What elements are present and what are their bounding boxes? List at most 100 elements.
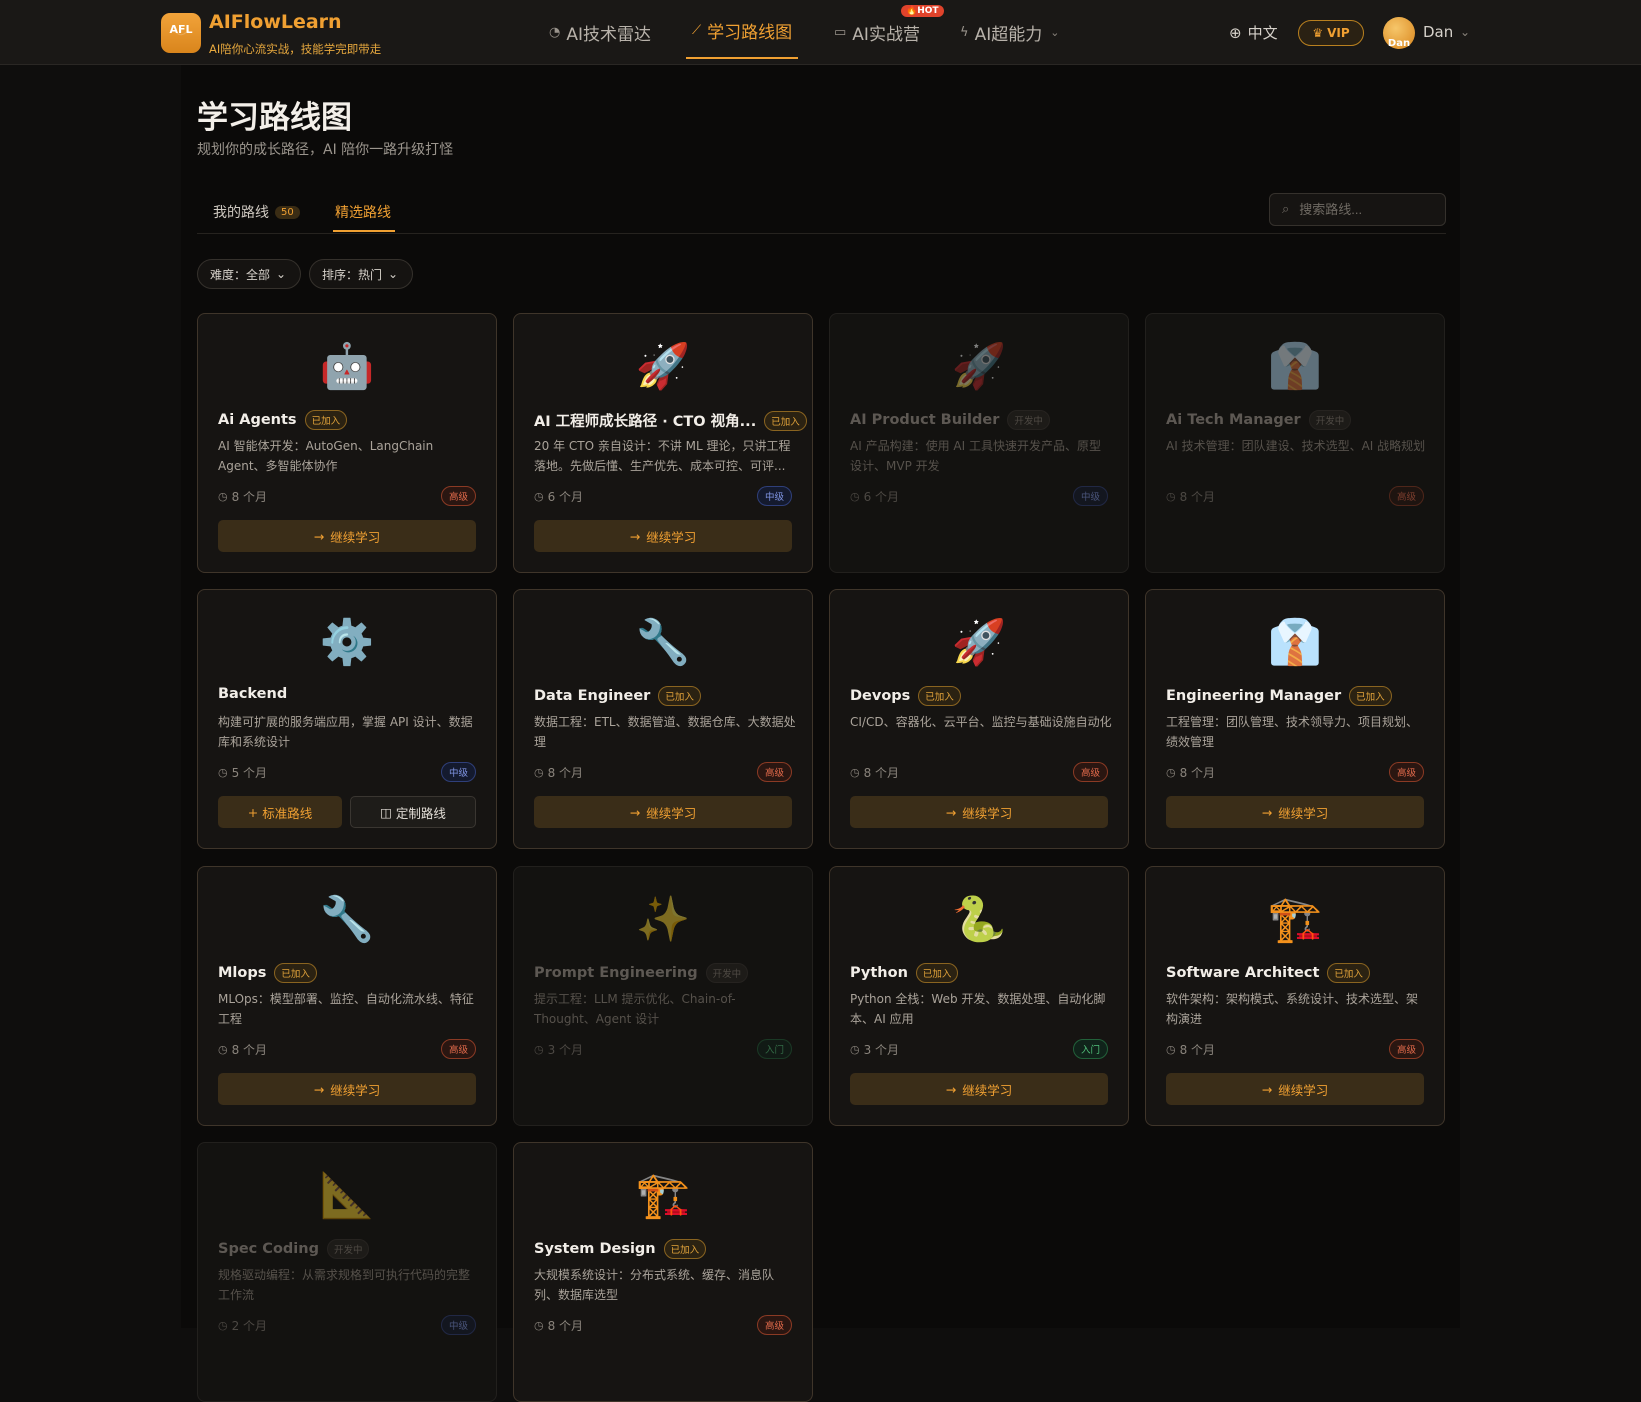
clock-icon: ◷ bbox=[218, 766, 228, 779]
continue-learning-button[interactable]: → 继续学习 bbox=[534, 796, 792, 828]
arrow-right-icon: → bbox=[945, 804, 957, 820]
clock-icon: ◷ bbox=[850, 766, 860, 779]
clock-icon: ◷ bbox=[534, 1043, 544, 1056]
continue-learning-button[interactable]: → 继续学习 bbox=[534, 520, 792, 552]
roadmap-emoji-icon: 👔 bbox=[1267, 341, 1323, 392]
search-box[interactable]: ⌕ bbox=[1269, 193, 1446, 226]
arrow-right-icon: → bbox=[629, 528, 641, 544]
clock-icon: ◷ bbox=[218, 490, 228, 503]
clock-icon: ◷ bbox=[218, 1043, 228, 1056]
nav-label: AI技术雷达 bbox=[566, 25, 651, 45]
roadmap-card[interactable]: 🏗️ Software Architect 已加入 软件架构：架构模式、系统设计、技术… bbox=[1145, 866, 1445, 1126]
roadmap-card[interactable]: 🚀 Devops 已加入 CI/CD、容器化、云平台、监控与基础设施自动化 ◷ 8 个月 高… bbox=[829, 589, 1129, 849]
duration: 3 个月 bbox=[547, 1043, 584, 1057]
tab-active-indicator bbox=[333, 230, 395, 232]
continue-learning-button[interactable]: → 继续学习 bbox=[218, 520, 476, 552]
roadmap-card[interactable]: 🚀 AI Product Builder 开发中 AI 产品构建：使用 AI 工具快速… bbox=[829, 313, 1129, 573]
roadmap-card[interactable]: ⚙️ Backend 构建可扩展的服务端应用，掌握 API 设计、数据库和系统设计 ◷… bbox=[197, 589, 497, 849]
button-label: 继续学习 bbox=[1278, 805, 1329, 821]
filter-label: 难度：全部 bbox=[210, 267, 271, 282]
roadmap-card[interactable]: 🔧 Data Engineer 已加入 数据工程：ETL、数据管道、数据仓库、大数据处… bbox=[513, 589, 813, 849]
globe-icon: ⊕ bbox=[1229, 23, 1242, 42]
level-badge: 高级 bbox=[756, 762, 792, 782]
continue-learning-button[interactable]: → 继续学习 bbox=[1166, 796, 1424, 828]
radar-icon: ◔ bbox=[549, 25, 561, 40]
page-title: 学习路线图 bbox=[197, 100, 352, 136]
status-badge: 已加入 bbox=[1327, 963, 1370, 983]
status-badge: 开发中 bbox=[705, 963, 749, 983]
roadmap-emoji-icon: ✨ bbox=[635, 894, 691, 945]
clock-icon: ◷ bbox=[534, 490, 544, 503]
roadmap-emoji-icon: ⚙️ bbox=[319, 617, 375, 668]
roadmap-name: Prompt Engineering bbox=[534, 965, 698, 981]
clock-icon: ◷ bbox=[1166, 1043, 1176, 1056]
brand-name[interactable]: AIFlowLearn bbox=[209, 11, 342, 33]
clock-icon: ◷ bbox=[850, 490, 860, 503]
chevron-down-icon: ⌄ bbox=[1050, 26, 1060, 39]
roadmap-emoji-icon: 🚀 bbox=[635, 341, 691, 392]
clock-icon: ◷ bbox=[1166, 766, 1176, 779]
search-input[interactable] bbox=[1297, 201, 1428, 218]
roadmap-card[interactable]: 📐 Spec Coding 开发中 规格驱动编程：从需求规格到可执行代码的完整工作流 ◷… bbox=[197, 1142, 497, 1402]
roadmap-card[interactable]: 🐍 Python 已加入 Python 全栈：Web 开发、数据处理、自动化脚本、AI… bbox=[829, 866, 1129, 1126]
tab-featured-routes[interactable]: 精选路线 bbox=[335, 202, 391, 222]
duration: 8 个月 bbox=[863, 766, 900, 780]
vip-button[interactable]: ♛ VIP bbox=[1298, 20, 1364, 46]
roadmap-description: 提示工程：LLM 提示优化、Chain-of-Thought、Agent 设计 bbox=[534, 992, 736, 1026]
filter-label: 排序：热门 bbox=[322, 267, 383, 282]
chevron-down-icon[interactable]: ⌄ bbox=[1460, 25, 1470, 39]
language-switcher[interactable]: ⊕ 中文 bbox=[1229, 22, 1278, 43]
status-badge: 开发中 bbox=[1308, 410, 1352, 430]
level-badge: 入门 bbox=[1072, 1039, 1108, 1059]
username[interactable]: Dan bbox=[1423, 23, 1453, 41]
avatar[interactable]: Dan bbox=[1383, 17, 1415, 49]
arrow-right-icon: → bbox=[1261, 804, 1273, 820]
chevron-down-icon: ⌄ bbox=[276, 267, 287, 281]
roadmap-card[interactable]: 🔧 Mlops 已加入 MLOps：模型部署、监控、自动化流水线、特征工程 ◷ 8 个月 高… bbox=[197, 866, 497, 1126]
page-subtitle: 规划你的成长路径，AI 陪你一路升级打怪 bbox=[197, 142, 454, 158]
map-icon: ◫ bbox=[380, 804, 392, 820]
custom-route-button[interactable]: ◫ 定制路线 bbox=[350, 796, 476, 828]
duration: 8 个月 bbox=[547, 766, 584, 780]
roadmap-card[interactable]: 👔 Ai Tech Manager 开发中 AI 技术管理：团队建设、技术选型、AI … bbox=[1145, 313, 1445, 573]
roadmap-card[interactable]: ✨ Prompt Engineering 开发中提示工程：LLM 提示优化、Chai… bbox=[513, 866, 813, 1126]
level-badge: 高级 bbox=[1388, 1039, 1424, 1059]
roadmap-card[interactable]: 👔 Engineering Manager 已加入 工程管理：团队管理、技术领导力、项… bbox=[1145, 589, 1445, 849]
bolt-icon: ϟ bbox=[960, 25, 969, 40]
roadmap-emoji-icon: 🏗️ bbox=[1267, 894, 1323, 945]
roadmap-card[interactable]: 🤖 Ai Agents 已加入 AI 智能体开发：AutoGen、LangChain … bbox=[197, 313, 497, 573]
roadmap-card[interactable]: 🚀 AI 工程师成长路径 · CTO 视角... 已加入 20 年 CTO 亲自设计：… bbox=[513, 313, 813, 573]
logo[interactable]: AFL ︶ bbox=[161, 13, 201, 53]
standard-route-button[interactable]: + 标准路线 bbox=[218, 796, 342, 828]
button-label: 继续学习 bbox=[646, 529, 697, 545]
status-badge: 已加入 bbox=[274, 963, 317, 983]
level-badge: 高级 bbox=[1072, 762, 1108, 782]
status-badge: 已加入 bbox=[658, 686, 701, 706]
roadmap-name: Engineering Manager bbox=[1166, 688, 1342, 704]
nav-item-superpower[interactable]: ϟ AI超能力 ⌄ bbox=[960, 0, 1059, 65]
continue-learning-button[interactable]: → 继续学习 bbox=[1166, 1073, 1424, 1105]
continue-learning-button[interactable]: → 继续学习 bbox=[850, 796, 1108, 828]
roadmap-description: 软件架构：架构模式、系统设计、技术选型、架构演进 bbox=[1166, 992, 1419, 1026]
continue-learning-button[interactable]: → 继续学习 bbox=[850, 1073, 1108, 1105]
tab-my-routes[interactable]: 我的路线 50 bbox=[213, 202, 300, 222]
nav-label: 学习路线图 bbox=[707, 22, 793, 43]
difficulty-filter[interactable]: 难度：全部 ⌄ bbox=[197, 259, 301, 289]
status-badge: 已加入 bbox=[764, 410, 807, 431]
roadmap-card[interactable]: 🏗️ System Design 已加入 大规模系统设计：分布式系统、缓存、消息队列、… bbox=[513, 1142, 813, 1402]
continue-learning-button[interactable]: → 继续学习 bbox=[218, 1073, 476, 1105]
roadmap-name: AI 工程师成长路径 · CTO 视角... bbox=[534, 414, 757, 430]
arrow-right-icon: → bbox=[945, 1081, 957, 1097]
status-badge: 已加入 bbox=[663, 1239, 707, 1259]
roadmap-emoji-icon: 📐 bbox=[319, 1170, 375, 1221]
arrow-right-icon: → bbox=[629, 804, 641, 820]
trend-icon: ⟋ bbox=[692, 22, 702, 38]
roadmap-description: 20 年 CTO 亲自设计：不讲 ML 理论，只讲工程落地。先做后懂、生产优先、… bbox=[534, 439, 791, 473]
nav-item-roadmap[interactable]: ⟋ 学习路线图 bbox=[686, 0, 799, 65]
nav-item-radar[interactable]: ◔ AI技术雷达 bbox=[549, 0, 651, 65]
level-badge: 高级 bbox=[440, 486, 476, 506]
status-badge: 已加入 bbox=[918, 686, 961, 706]
roadmap-emoji-icon: 👔 bbox=[1267, 617, 1323, 668]
sort-filter[interactable]: 排序：热门 ⌄ bbox=[309, 259, 413, 289]
duration: 8 个月 bbox=[1179, 766, 1216, 780]
